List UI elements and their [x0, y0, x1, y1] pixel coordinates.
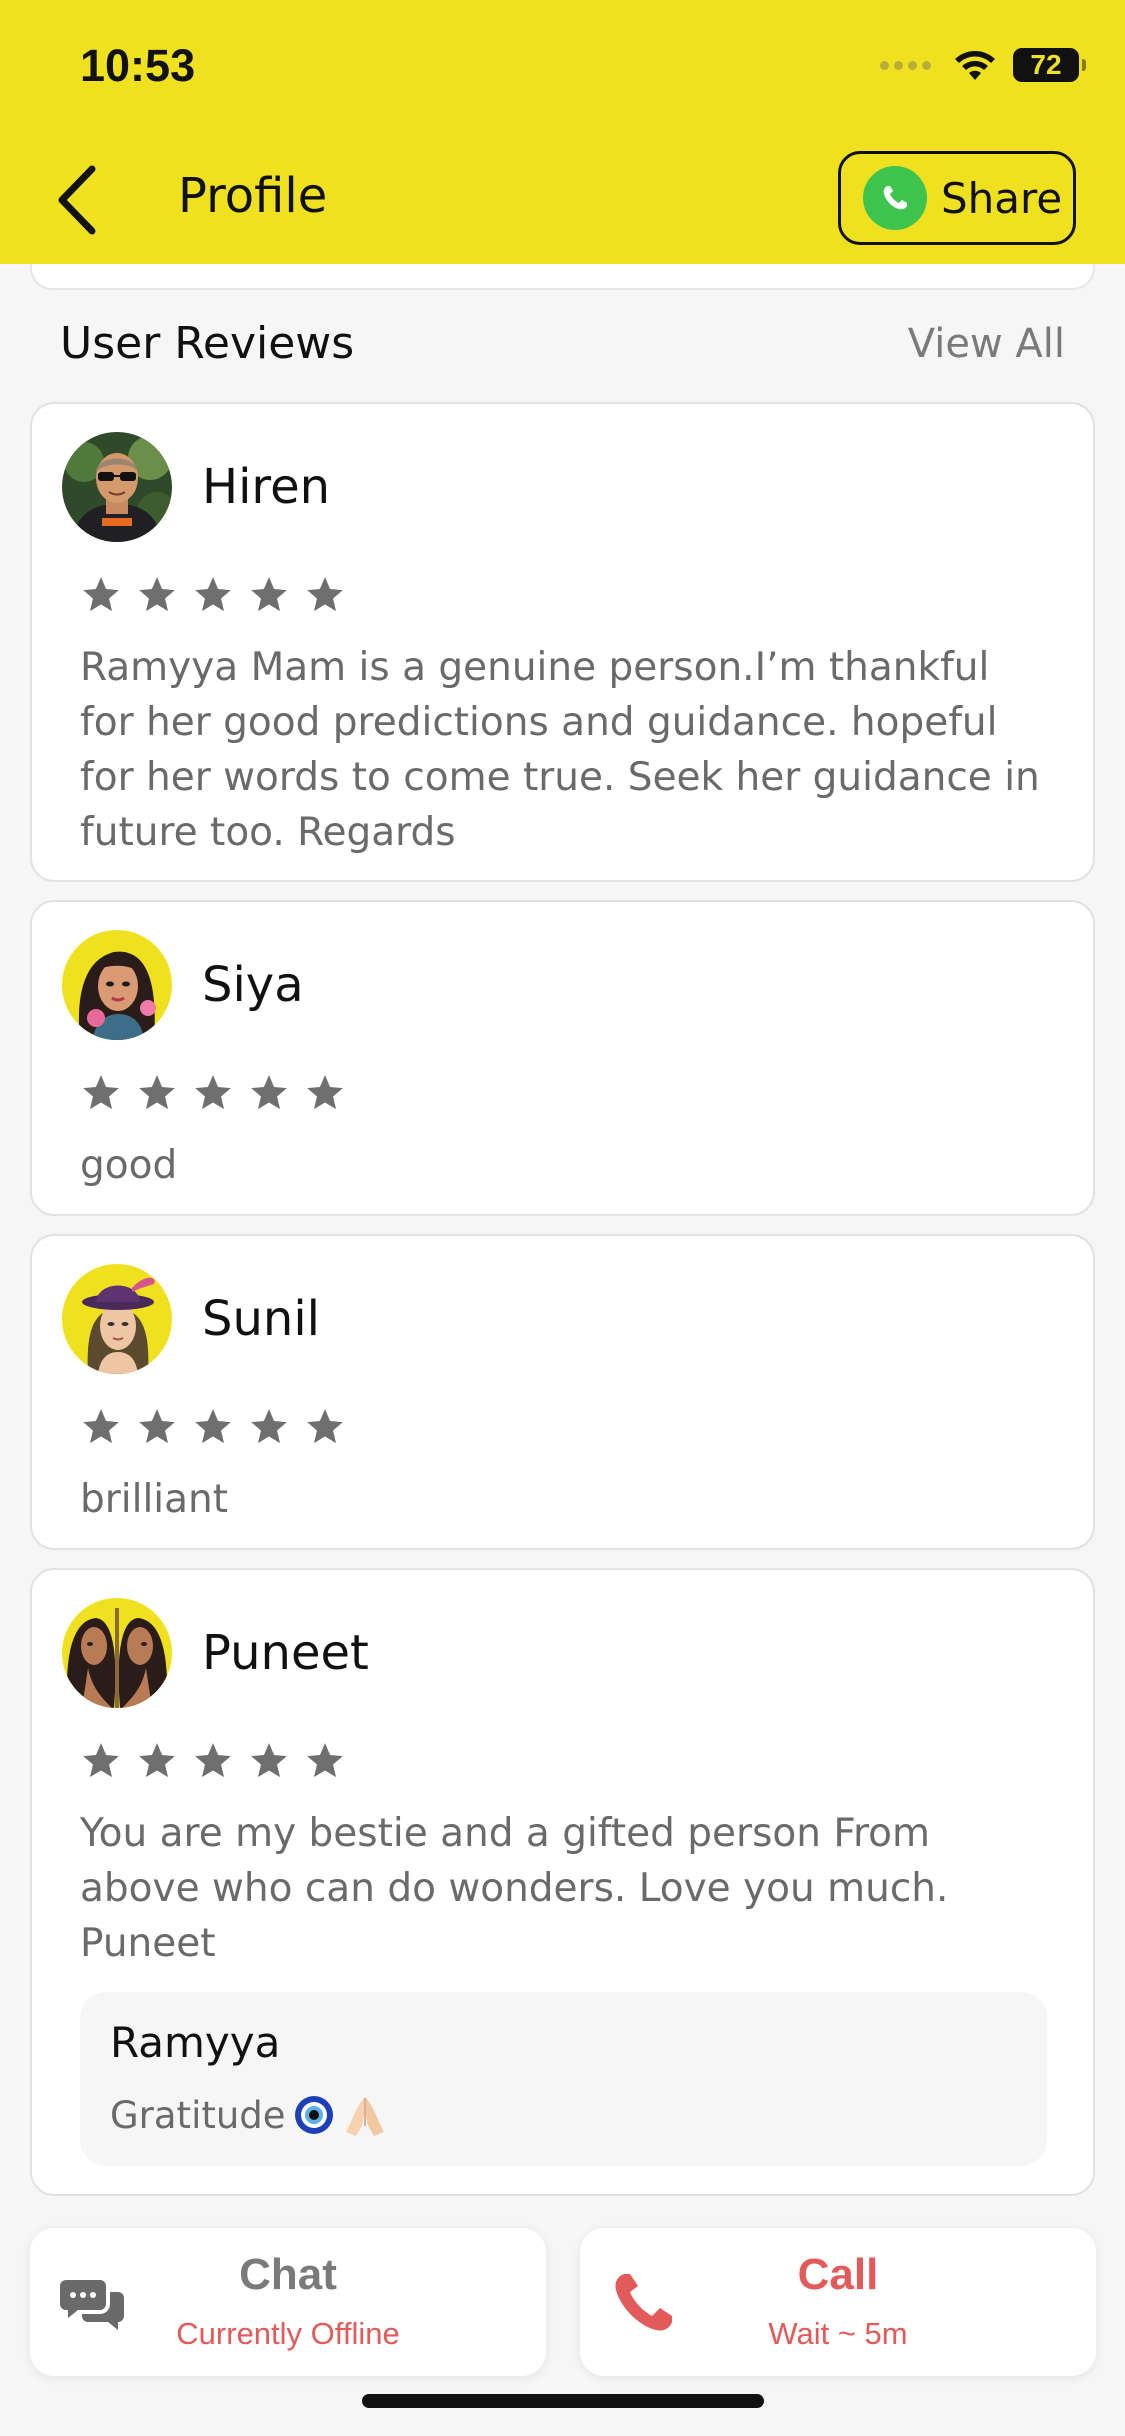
call-label: Call: [797, 2250, 879, 2299]
reply-author: Ramyya: [110, 2018, 281, 2067]
view-all-link[interactable]: View All: [908, 321, 1065, 367]
review-text: good: [80, 1143, 178, 1188]
star-icon: [251, 1409, 287, 1444]
status-icons: 72: [880, 48, 1086, 82]
app-screen: 10:53 72 Profile Share User Reviews View…: [0, 0, 1125, 2436]
review-card: Sunil brilliant: [30, 1234, 1095, 1550]
star-icon: [307, 1075, 343, 1110]
review-user: Puneet: [62, 1598, 369, 1708]
avatar: [62, 1264, 172, 1374]
star-icon: [139, 1075, 175, 1110]
reviewer-name: Hiren: [202, 459, 331, 515]
star-icon: [83, 1409, 119, 1444]
avatar: [62, 930, 172, 1040]
star-icon: [195, 1409, 231, 1444]
reviewer-name: Puneet: [202, 1625, 369, 1681]
star-icon: [83, 1075, 119, 1110]
star-icon: [307, 1743, 343, 1778]
wifi-icon: [955, 51, 995, 80]
app-header: 10:53 72 Profile Share: [0, 0, 1125, 264]
reply-text-row: Gratitude: [110, 2092, 388, 2138]
review-card: Puneet You are my bestie and a gifted pe…: [30, 1568, 1095, 2196]
battery-level: 72: [1030, 49, 1062, 80]
avatar: [62, 432, 172, 542]
call-button[interactable]: Call Wait ~ 5m: [580, 2228, 1096, 2376]
rating-stars: [80, 574, 346, 616]
star-icon: [139, 577, 175, 612]
share-label: Share: [941, 173, 1063, 223]
star-icon: [307, 1409, 343, 1444]
review-text: brilliant: [80, 1477, 229, 1522]
review-text: Ramyya Mam is a genuine person.I’m thank…: [80, 645, 1040, 855]
star-icon: [83, 577, 119, 612]
star-icon: [139, 1743, 175, 1778]
chat-label: Chat: [239, 2250, 337, 2299]
status-time: 10:53: [80, 40, 196, 91]
reply-text: Gratitude: [110, 2093, 286, 2137]
reviewer-name: Siya: [202, 957, 304, 1013]
battery-icon: 72: [1013, 48, 1086, 82]
nazar-amulet-icon: [294, 2096, 333, 2134]
review-text: You are my bestie and a gifted person Fr…: [80, 1811, 949, 1966]
home-indicator: [362, 2394, 764, 2408]
reviews-section-header: User Reviews View All: [60, 318, 1065, 369]
review-user: Hiren: [62, 432, 330, 542]
rating-stars: [80, 1072, 346, 1114]
back-button[interactable]: [54, 160, 114, 240]
star-icon: [195, 577, 231, 612]
star-icon: [251, 1075, 287, 1110]
star-icon: [251, 1743, 287, 1778]
star-icon: [83, 1743, 119, 1778]
whatsapp-icon: [863, 166, 927, 230]
avatar: [62, 1598, 172, 1708]
rating-stars: [80, 1406, 346, 1448]
star-icon: [251, 577, 287, 612]
share-button[interactable]: Share: [838, 151, 1076, 245]
star-icon: [195, 1743, 231, 1778]
owner-reply: Ramyya Gratitude: [80, 1992, 1047, 2166]
review-card: Hiren Ramyya Mam is a genuine person.I’m…: [30, 402, 1095, 882]
folded-hands-icon: [345, 2098, 384, 2136]
review-card: Siya good: [30, 900, 1095, 1216]
review-user: Siya: [62, 930, 304, 1040]
cellular-signal-icon: [880, 60, 931, 70]
section-title: User Reviews: [60, 318, 355, 369]
chat-button[interactable]: Chat Currently Offline: [30, 2228, 546, 2376]
review-user: Sunil: [62, 1264, 320, 1374]
star-icon: [307, 577, 343, 612]
star-icon: [195, 1075, 231, 1110]
call-status: Wait ~ 5m: [768, 2316, 908, 2351]
chevron-left-icon: [58, 165, 96, 235]
chat-status: Currently Offline: [176, 2316, 400, 2351]
reviewer-name: Sunil: [202, 1291, 320, 1347]
rating-stars: [80, 1740, 346, 1782]
star-icon: [139, 1409, 175, 1444]
page-title: Profile: [178, 168, 328, 224]
